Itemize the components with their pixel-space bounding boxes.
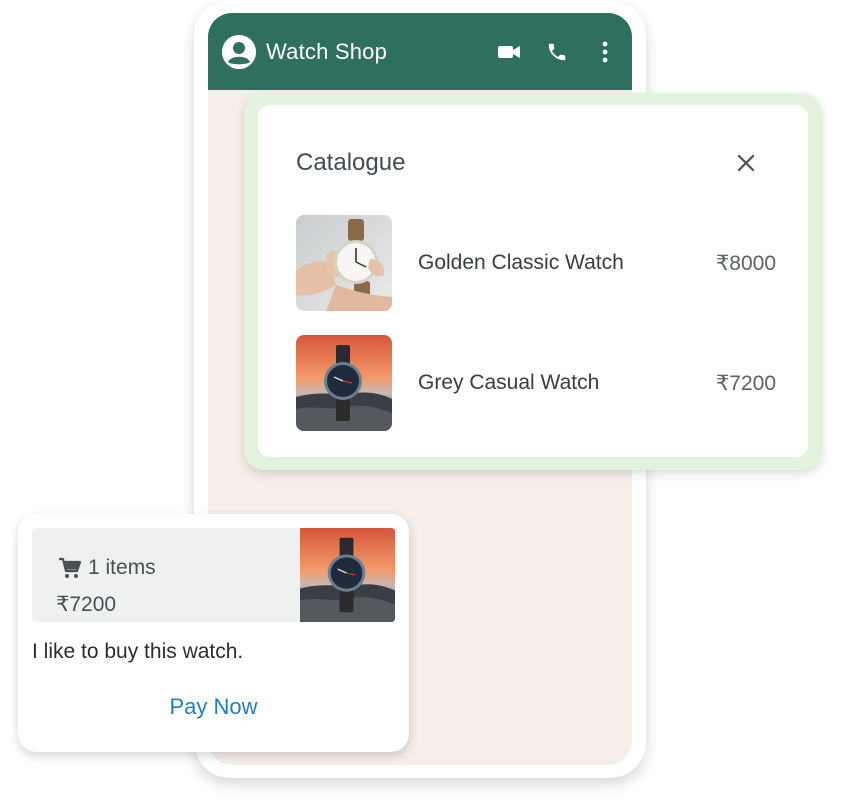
more-options-icon[interactable] — [592, 39, 618, 65]
close-icon[interactable] — [734, 151, 758, 175]
order-message-card: 1 items ₹7200 I like to buy this watch. … — [18, 514, 409, 752]
chat-title: Watch Shop — [266, 38, 388, 64]
catalogue-card: Catalogue Golden Classic Watch ₹8000 Gre… — [258, 105, 808, 457]
product-name: Golden Classic Watch — [418, 251, 624, 274]
message-text: I like to buy this watch. — [32, 640, 244, 663]
product-name: Grey Casual Watch — [418, 371, 600, 394]
order-item-count-row: 1 items — [58, 556, 156, 580]
catalogue-item-grey-casual-watch[interactable]: Grey Casual Watch ₹7200 — [296, 335, 776, 431]
cart-icon — [58, 557, 82, 579]
watch-on-rock-image — [300, 528, 395, 622]
pay-now-button[interactable]: Pay Now — [18, 694, 409, 720]
video-call-icon[interactable] — [496, 39, 522, 65]
order-total: ₹7200 — [56, 593, 117, 616]
catalogue-popup: Catalogue Golden Classic Watch ₹8000 Gre… — [244, 93, 822, 470]
avatar-icon[interactable] — [222, 34, 256, 69]
order-summary[interactable]: 1 items ₹7200 — [32, 528, 395, 622]
order-item-count: 1 items — [88, 556, 156, 579]
stage: Watch Shop Catalogue Golden Classic Watc… — [0, 0, 852, 804]
catalogue-item-golden-classic-watch[interactable]: Golden Classic Watch ₹8000 — [296, 215, 776, 311]
watch-in-hand-image — [296, 215, 392, 311]
catalogue-title: Catalogue — [296, 149, 406, 176]
product-price: ₹7200 — [715, 371, 776, 395]
watch-on-rock-image — [296, 335, 392, 431]
product-price: ₹8000 — [715, 251, 776, 275]
chat-header: Watch Shop — [208, 13, 632, 90]
phone-call-icon[interactable] — [544, 39, 570, 65]
